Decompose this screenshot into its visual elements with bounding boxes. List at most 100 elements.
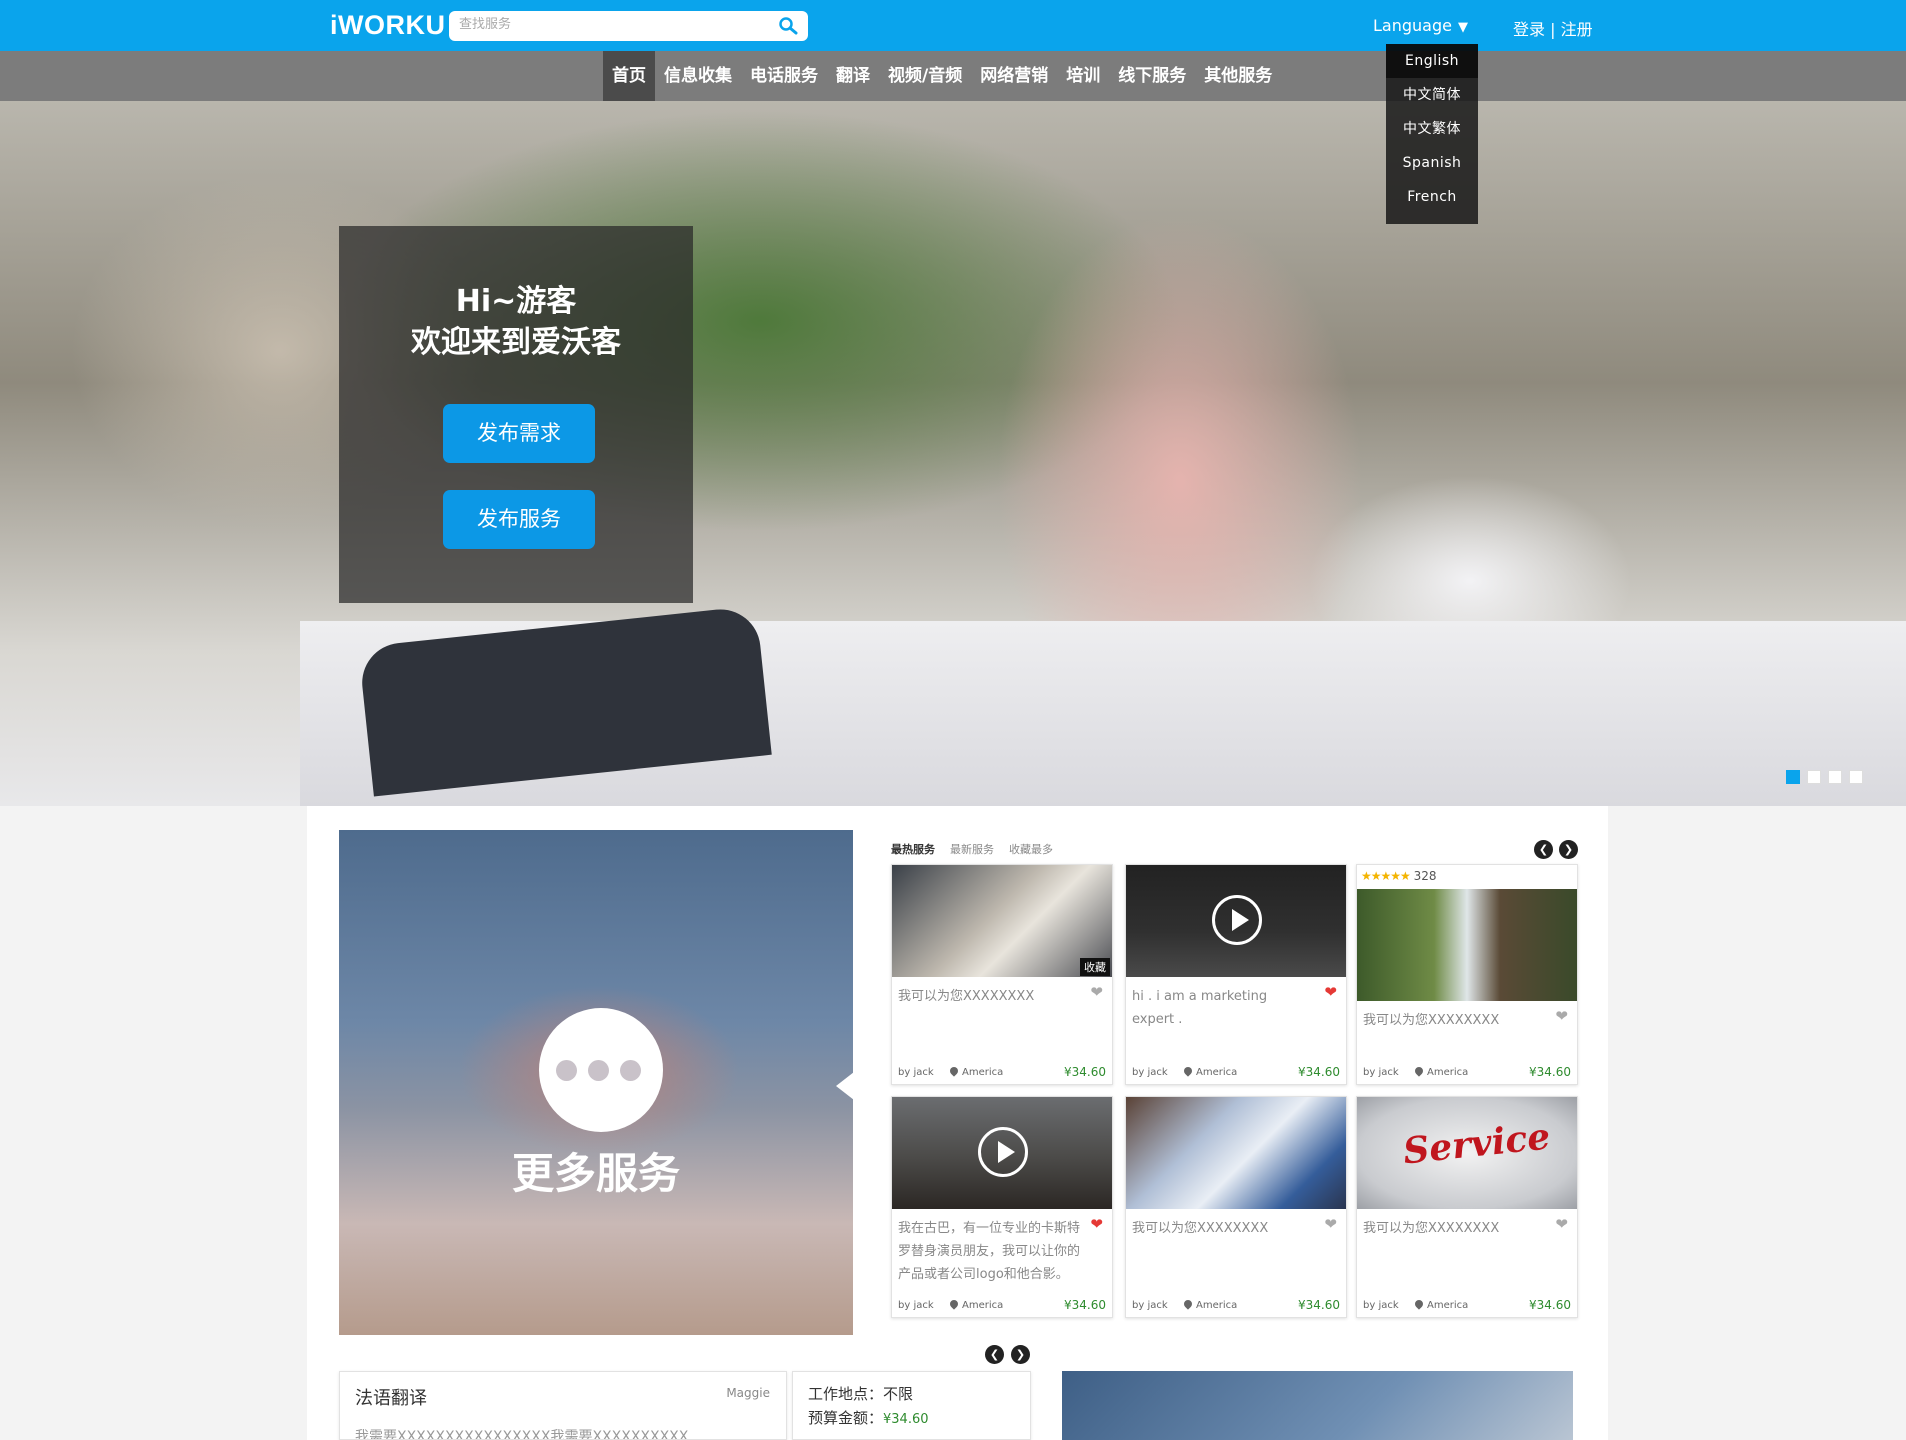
service-footer: by jack America ¥34.60 <box>1363 1064 1571 1079</box>
language-option-simplified-chinese[interactable]: 中文简体 <box>1386 78 1478 112</box>
hero-banner: Hi~游客 欢迎来到爱沃客 发布需求 发布服务 <box>0 101 1906 806</box>
auth-links: 登录 | 注册 <box>1513 16 1593 40</box>
language-label: Language <box>1373 16 1452 35</box>
language-dropdown: English 中文简体 中文繁体 Spanish French <box>1386 44 1478 224</box>
service-card[interactable]: 我可以为您XXXXXXXX ❤ by jack America ¥34.60 <box>1125 1096 1347 1318</box>
service-image <box>892 1097 1112 1209</box>
nav-item-phone-service[interactable]: 电话服务 <box>741 51 827 101</box>
language-option-traditional-chinese[interactable]: 中文繁体 <box>1386 112 1478 146</box>
featured-photo[interactable] <box>1062 1371 1573 1440</box>
service-location: America <box>1427 1299 1469 1311</box>
location-pin-icon <box>1413 1064 1425 1077</box>
service-image: Service <box>1357 1097 1577 1209</box>
service-tabs: 最热服务 最新服务 收藏最多 <box>891 841 1053 857</box>
main-nav: 首页 信息收集 电话服务 翻译 视频/音频 网络营销 培训 线下服务 其他服务 <box>603 51 1281 101</box>
nav-item-home[interactable]: 首页 <box>603 51 655 101</box>
post-demand-button[interactable]: 发布需求 <box>443 404 595 463</box>
budget-label: 预算金额： <box>808 1409 884 1427</box>
service-image <box>892 865 1112 977</box>
play-icon[interactable] <box>978 1127 1028 1177</box>
service-location: America <box>962 1299 1004 1311</box>
request-budget: 预算金额：¥34.60 <box>808 1407 929 1428</box>
service-card[interactable]: 收藏 我可以为您XXXXXXXX ❤ by jack America ¥34.6… <box>891 864 1113 1085</box>
nav-item-video-audio[interactable]: 视频/音频 <box>879 51 971 101</box>
prev-arrow-icon[interactable]: ❮ <box>1534 840 1553 859</box>
service-title: 我可以为您XXXXXXXX <box>898 989 1035 1004</box>
slider-dot[interactable] <box>1828 770 1842 784</box>
service-footer: by jack America ¥34.60 <box>1363 1297 1571 1312</box>
heart-icon[interactable]: ❤ <box>1324 1215 1337 1233</box>
service-image <box>1126 1097 1346 1209</box>
welcome-greeting: Hi~游客 <box>455 284 577 319</box>
request-user: Maggie <box>726 1386 770 1400</box>
heart-icon[interactable]: ❤ <box>1090 983 1103 1001</box>
location-pin-icon <box>1413 1297 1425 1310</box>
service-price: ¥34.60 <box>1298 1298 1340 1312</box>
service-price: ¥34.60 <box>1298 1065 1340 1079</box>
heart-icon[interactable]: ❤ <box>1555 1007 1568 1025</box>
tab-hottest[interactable]: 最热服务 <box>891 841 935 857</box>
service-title: 我可以为您XXXXXXXX <box>1363 1013 1500 1028</box>
tab-most-collected[interactable]: 收藏最多 <box>1009 841 1053 857</box>
heart-icon[interactable]: ❤ <box>1555 1215 1568 1233</box>
service-title: 我可以为您XXXXXXXX <box>1363 1221 1500 1236</box>
service-author: by jack <box>1132 1066 1168 1078</box>
service-footer: by jack America ¥34.60 <box>898 1297 1106 1312</box>
more-services-card[interactable]: 更多服务 <box>339 830 853 1335</box>
service-image-text: Service <box>1401 1115 1553 1173</box>
language-option-english[interactable]: English <box>1386 44 1478 78</box>
star-icons: ★★★★★ <box>1361 869 1411 883</box>
more-services-label: 更多服务 <box>511 1149 680 1198</box>
nav-item-other-service[interactable]: 其他服务 <box>1195 51 1281 101</box>
next-arrow-icon[interactable]: ❯ <box>1011 1345 1030 1364</box>
tab-newest[interactable]: 最新服务 <box>950 841 994 857</box>
service-location: America <box>1196 1066 1238 1078</box>
language-option-french[interactable]: French <box>1386 180 1478 214</box>
service-card[interactable]: hi . i am a marketing expert . ❤ by jack… <box>1125 864 1347 1085</box>
request-card[interactable]: 法语翻译 Maggie 我需要XXXXXXXXXXXXXXXX我需要XXXXXX… <box>339 1371 787 1440</box>
collect-tag[interactable]: 收藏 <box>1080 958 1110 976</box>
service-card[interactable]: 我在古巴，有一位专业的卡斯特罗替身演员朋友，我可以让你的产品或者公司logo和他… <box>891 1096 1113 1318</box>
auth-separator: | <box>1550 20 1556 39</box>
service-author: by jack <box>898 1299 934 1311</box>
slider-dot[interactable] <box>1786 770 1800 784</box>
search-icon[interactable] <box>778 17 798 35</box>
service-price: ¥34.60 <box>1064 1065 1106 1079</box>
service-title: hi . i am a marketing expert . <box>1132 989 1268 1027</box>
nav-item-offline-service[interactable]: 线下服务 <box>1109 51 1195 101</box>
service-price: ¥34.60 <box>1064 1298 1106 1312</box>
language-option-spanish[interactable]: Spanish <box>1386 146 1478 180</box>
heart-icon[interactable]: ❤ <box>1090 1215 1103 1233</box>
heart-icon[interactable]: ❤ <box>1324 983 1337 1001</box>
service-title: 我在古巴，有一位专业的卡斯特罗替身演员朋友，我可以让你的产品或者公司logo和他… <box>898 1221 1081 1282</box>
play-icon[interactable] <box>1212 895 1262 945</box>
service-card[interactable]: ★★★★★ 328 我可以为您XXXXXXXX ❤ by jack Americ… <box>1356 864 1578 1085</box>
service-footer: by jack America ¥34.60 <box>1132 1064 1340 1079</box>
language-selector[interactable]: Language ▼ <box>1373 16 1468 35</box>
nav-item-info-collection[interactable]: 信息收集 <box>655 51 741 101</box>
card-pointer <box>836 1072 854 1100</box>
prev-arrow-icon[interactable]: ❮ <box>985 1345 1004 1364</box>
nav-item-training[interactable]: 培训 <box>1057 51 1109 101</box>
service-author: by jack <box>1363 1066 1399 1078</box>
request-location: 工作地点：不限 <box>808 1385 914 1403</box>
location-pin-icon <box>1182 1064 1194 1077</box>
register-link[interactable]: 注册 <box>1561 16 1593 40</box>
post-service-button[interactable]: 发布服务 <box>443 490 595 549</box>
search-input[interactable] <box>459 17 759 32</box>
nav-item-translation[interactable]: 翻译 <box>827 51 879 101</box>
slider-dot[interactable] <box>1849 770 1863 784</box>
service-footer: by jack America ¥34.60 <box>898 1064 1106 1079</box>
request-description: 我需要XXXXXXXXXXXXXXXX我需要XXXXXXXXXX <box>355 1429 689 1440</box>
next-arrow-icon[interactable]: ❯ <box>1559 840 1578 859</box>
slider-dots <box>1786 770 1863 784</box>
budget-value: ¥34.60 <box>883 1412 929 1427</box>
nav-item-online-marketing[interactable]: 网络营销 <box>971 51 1057 101</box>
service-card[interactable]: Service 我可以为您XXXXXXXX ❤ by jack America … <box>1356 1096 1578 1318</box>
more-services-icon <box>539 1008 663 1132</box>
site-logo[interactable]: iWORKU <box>330 10 445 41</box>
service-footer: by jack America ¥34.60 <box>1132 1297 1340 1312</box>
welcome-panel: Hi~游客 欢迎来到爱沃客 发布需求 发布服务 <box>339 226 693 603</box>
login-link[interactable]: 登录 <box>1513 16 1545 40</box>
slider-dot[interactable] <box>1807 770 1821 784</box>
